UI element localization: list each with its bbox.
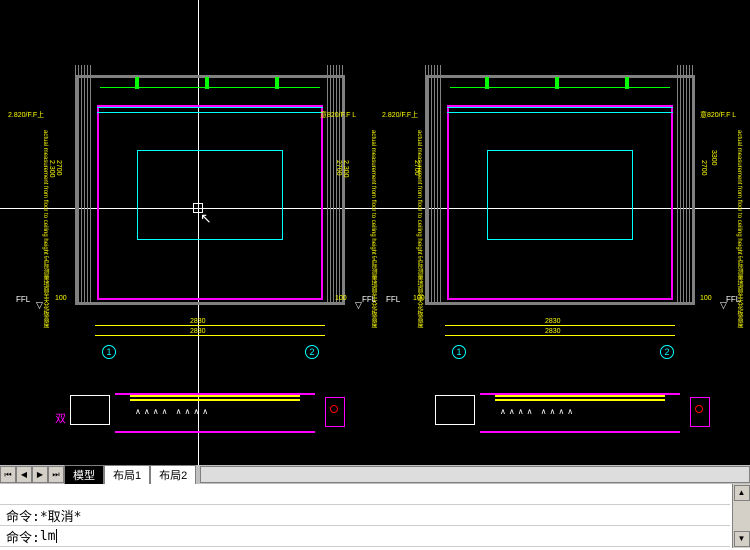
dim-line-h [445, 325, 675, 326]
tab-layout1[interactable]: 布局1 [104, 465, 150, 485]
dim-small: 100 [413, 295, 425, 302]
ffl-label: FFL [16, 295, 30, 304]
tab-last-button[interactable]: ⏭ [48, 466, 64, 483]
ffl-label: FFL [362, 295, 376, 304]
beam-line [100, 87, 320, 88]
level-symbol: ▽ [720, 300, 727, 311]
zigzag: ∧∧∧∧ ∧∧∧∧ [135, 407, 211, 416]
dim-small: 100 [335, 295, 347, 302]
scroll-down-button[interactable]: ▼ [734, 531, 750, 547]
dim-small: 100 [55, 295, 67, 302]
yellow-bar [130, 399, 300, 401]
beam-line [450, 87, 670, 88]
hanger [275, 77, 279, 89]
dim-height: 2700 [413, 160, 420, 176]
scroll-up-button[interactable]: ▲ [734, 485, 750, 501]
cmd-input-text: lm [40, 529, 56, 544]
zigzag: ∧∧∧∧ ∧∧∧∧ [500, 407, 576, 416]
dim-height: 2.300 [342, 160, 349, 178]
command-input-line[interactable]: 命令: lm [0, 526, 730, 547]
grid-bubble: 2 [660, 345, 674, 359]
dim-line-h [445, 335, 675, 336]
hanger [485, 77, 489, 89]
dim-height: 2.300 [48, 160, 55, 178]
tab-model[interactable]: 模型 [64, 465, 104, 485]
dim-height: 2700 [55, 160, 62, 176]
tab-bar: ⏮ ◀ ▶ ⏭ 模型 布局1 布局2 [0, 465, 750, 484]
ceiling-panel [487, 150, 633, 240]
dim-width: 2830 [545, 328, 561, 335]
section-right [425, 75, 695, 315]
detail-box [435, 395, 475, 425]
tab-prev-button[interactable]: ◀ [16, 466, 32, 483]
red-circle [695, 405, 703, 413]
dim-line-h [95, 325, 325, 326]
drawing-canvas[interactable]: ↖ 2.820/F.F上 actual measurement from flo… [0, 0, 750, 465]
hanger [555, 77, 559, 89]
tab-first-button[interactable]: ⏮ [0, 466, 16, 483]
dim-width: 2830 [545, 318, 561, 325]
section-left [75, 75, 345, 315]
tab-layout2[interactable]: 布局2 [150, 465, 196, 485]
detail-right: ∧∧∧∧ ∧∧∧∧ [415, 385, 725, 445]
red-circle [330, 405, 338, 413]
text-caret [56, 529, 57, 543]
cmd-prompt: 命令: [6, 506, 40, 525]
hscroll-track[interactable] [200, 466, 750, 483]
grid-bubble: 1 [452, 345, 466, 359]
cmd-prompt: 命令: [6, 527, 40, 546]
level-label: 2.820/F.F上 [382, 110, 418, 120]
detail-box [70, 395, 110, 425]
yellow-bar [495, 399, 665, 401]
dim-width: 2830 [190, 318, 206, 325]
level-label: 意820/F.F L [320, 110, 356, 120]
ffl-label: FFL [386, 295, 400, 304]
command-history-line: 命令: *取消* [0, 505, 730, 526]
detail-text: 双 [55, 410, 66, 426]
level-label: 意820/F.F L [700, 110, 736, 120]
ffl-label: FFL [726, 295, 740, 304]
ceiling-line [447, 107, 673, 113]
command-area: 命令: *取消* 命令: lm ▲ ▼ [0, 484, 750, 550]
hanger [135, 77, 139, 89]
yellow-bar [495, 395, 665, 397]
command-scrollbar[interactable]: ▲ ▼ [732, 484, 750, 548]
grid-bubble: 2 [305, 345, 319, 359]
dim-height: 3300 [710, 150, 717, 166]
ceiling-line [97, 107, 323, 113]
command-history-line [0, 484, 730, 505]
level-label: 2.820/F.F上 [8, 110, 44, 120]
dim-height: 2700 [335, 160, 342, 176]
cmd-text: *取消* [40, 506, 82, 525]
yellow-bar [130, 395, 300, 397]
tab-next-button[interactable]: ▶ [32, 466, 48, 483]
level-symbol: ▽ [36, 300, 43, 311]
detail-left: 双 ∧∧∧∧ ∧∧∧∧ [50, 385, 360, 445]
level-symbol: ▽ [355, 300, 362, 311]
dim-small: 100 [700, 295, 712, 302]
ceiling-panel [137, 150, 283, 240]
dim-height: 2700 [700, 160, 707, 176]
dim-line-h [95, 335, 325, 336]
hanger [205, 77, 209, 89]
dim-width: 2830 [190, 328, 206, 335]
hanger [625, 77, 629, 89]
grid-bubble: 1 [102, 345, 116, 359]
